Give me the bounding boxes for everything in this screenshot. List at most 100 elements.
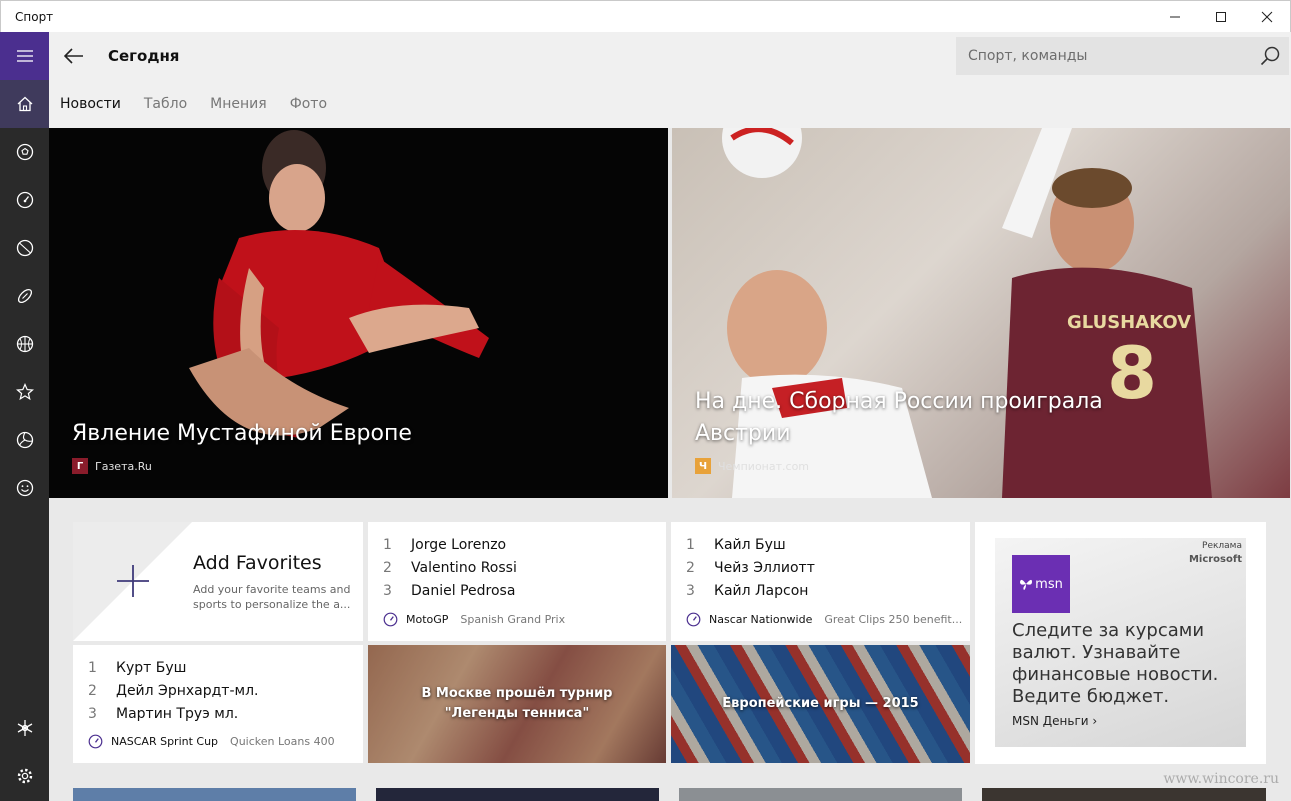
standings-list: 1 Кайл Буш 2 Чейз Эллиотт 3 Кайл Ларсон <box>686 534 815 603</box>
ad-text: Следите за курсами валют. Узнавайте фина… <box>1012 620 1219 707</box>
sidebar-item-motorsport[interactable] <box>0 176 49 224</box>
tab-opinions[interactable]: Мнения <box>210 96 267 112</box>
standings-footer: NASCAR Sprint Cup Quicken Loans 400 <box>88 734 335 749</box>
list-item: 1 Курт Буш <box>88 660 187 676</box>
sidebar <box>0 32 49 801</box>
motorsport-gauge-icon <box>88 734 103 749</box>
basketball-icon <box>16 335 33 353</box>
app-header: Сегодня Новости Табло Мнения Фото <box>49 32 1291 128</box>
source-name: Газета.Ru <box>95 459 152 473</box>
hero-title: Явление Мустафиной Европе <box>72 421 412 446</box>
minimize-button[interactable] <box>1152 1 1198 33</box>
window-title: Спорт <box>15 9 54 24</box>
tennis-ball-icon <box>16 239 33 257</box>
sidebar-item-fun[interactable] <box>0 464 49 512</box>
photo-caption: Европейские игры — 2015 <box>722 696 919 711</box>
add-favorites-card[interactable]: Add Favorites Add your favorite teams an… <box>73 522 363 641</box>
standings-card-nascar-nationwide[interactable]: 1 Кайл Буш 2 Чейз Эллиотт 3 Кайл Ларсон Nas… <box>671 522 970 641</box>
story-tile[interactable] <box>679 788 962 801</box>
tab-bar: Новости Табло Мнения Фото <box>60 96 327 112</box>
story-tile[interactable] <box>376 788 659 801</box>
minimize-icon <box>1170 16 1180 18</box>
favorites-title: Add Favorites <box>193 552 322 574</box>
photo-caption: В Москве прошёл турнир "Легенды тенниса" <box>421 686 613 721</box>
standings-card-motogp[interactable]: 1 Jorge Lorenzo 2 Valentino Rossi 3 Daniel … <box>368 522 666 641</box>
sidebar-item-volleyball[interactable] <box>0 416 49 464</box>
tab-news[interactable]: Новости <box>60 96 121 112</box>
close-icon <box>1261 11 1273 23</box>
search-box <box>956 37 1289 75</box>
soccer-ball-icon <box>16 143 33 161</box>
window-controls <box>1152 1 1290 33</box>
favorites-description: Add your favorite teams and sports to pe… <box>193 583 351 611</box>
ad-card[interactable]: Реклама Microsoft msn Следите за курсами… <box>975 522 1266 764</box>
source-name: Чемпионат.com <box>718 459 810 473</box>
sidebar-item-tennis[interactable] <box>0 224 49 272</box>
hero-story-1[interactable]: Явление Мустафиной Европе Г Газета.Ru <box>49 128 668 498</box>
source-logo: Г <box>72 458 88 474</box>
list-item: 1 Кайл Буш <box>686 537 786 553</box>
ad-banner[interactable]: Реклама Microsoft msn Следите за курсами… <box>995 538 1246 747</box>
maximize-button[interactable] <box>1198 1 1244 33</box>
home-icon <box>17 96 32 112</box>
sidebar-item-soccer[interactable] <box>0 128 49 176</box>
tab-scores[interactable]: Табло <box>144 96 187 112</box>
sidebar-item-favorites[interactable] <box>0 368 49 416</box>
photo-story-tennis-legends[interactable]: В Москве прошёл турнир "Легенды тенниса" <box>368 645 666 763</box>
ad-badge: Реклама <box>1202 541 1242 551</box>
sidebar-menu-button[interactable] <box>0 32 49 80</box>
hero-title: На дне. Сборная России проиграла Австрии <box>695 389 1103 446</box>
standings-category: NASCAR Sprint Cup <box>111 735 219 748</box>
sidebar-item-settings[interactable] <box>0 752 49 800</box>
ad-link[interactable]: MSN Деньги › <box>1012 714 1097 728</box>
list-item: 1 Jorge Lorenzo <box>383 537 507 553</box>
sidebar-item-home[interactable] <box>0 80 49 128</box>
close-button[interactable] <box>1244 1 1290 33</box>
motorsport-gauge-icon <box>383 612 398 627</box>
back-arrow-icon <box>64 48 83 64</box>
search-button[interactable] <box>1259 45 1281 67</box>
story-tile[interactable] <box>73 788 356 801</box>
story-tile[interactable] <box>982 788 1266 801</box>
tab-photos[interactable]: Фото <box>290 96 327 112</box>
standings-event: Quicken Loans 400 <box>230 735 335 748</box>
motorsport-gauge-icon <box>16 191 33 209</box>
list-item: 2 Valentino Rossi <box>383 560 517 576</box>
list-item: 2 Чейз Эллиотт <box>686 560 815 576</box>
standings-footer: Nascar Nationwide Great Clips 250 benefi… <box>686 612 962 627</box>
snowflake-icon <box>17 720 32 736</box>
rugby-ball-icon <box>17 288 32 304</box>
source-logo: Ч <box>695 458 711 474</box>
list-item: 3 Daniel Pedrosa <box>383 583 516 599</box>
star-icon <box>15 383 34 401</box>
butterfly-icon <box>1020 579 1033 590</box>
photo-story-european-games[interactable]: Европейские игры — 2015 <box>671 645 970 763</box>
ad-brand: Microsoft <box>1188 554 1242 565</box>
hero-story-2[interactable]: GLUSHAKOV 8 На дне. Сборная России проиг… <box>672 128 1290 498</box>
standings-card-nascar-sprint-cup[interactable]: 1 Курт Буш 2 Дейл Эрнхардт-мл. 3 Мартин Тру… <box>73 645 363 763</box>
hero-source: Ч Чемпионат.com <box>695 458 809 474</box>
standings-list: 1 Курт Буш 2 Дейл Эрнхардт-мл. 3 Мартин Тру… <box>88 657 258 726</box>
smiley-icon <box>16 479 33 497</box>
motorsport-gauge-icon <box>686 612 701 627</box>
standings-category: MotoGP <box>406 613 449 626</box>
window-titlebar: Спорт <box>0 0 1291 32</box>
volleyball-icon <box>16 431 33 449</box>
sidebar-item-winter[interactable] <box>0 704 49 752</box>
list-item: 3 Кайл Ларсон <box>686 583 809 599</box>
sidebar-item-rugby[interactable] <box>0 272 49 320</box>
list-item: 2 Дейл Эрнхардт-мл. <box>88 683 259 699</box>
page-title: Сегодня <box>108 47 180 65</box>
back-button[interactable] <box>59 40 89 72</box>
hamburger-menu-icon <box>16 50 33 62</box>
standings-category: Nascar Nationwide <box>709 613 813 626</box>
standings-footer: MotoGP Spanish Grand Prix <box>383 612 565 627</box>
hero-source: Г Газета.Ru <box>72 458 152 474</box>
msn-logo: msn <box>1012 555 1070 613</box>
search-icon <box>1260 46 1280 66</box>
sidebar-item-basketball[interactable] <box>0 320 49 368</box>
standings-event: Spanish Grand Prix <box>460 613 566 626</box>
plus-icon <box>117 565 149 597</box>
search-input[interactable] <box>956 37 1246 75</box>
gear-icon <box>17 768 32 784</box>
